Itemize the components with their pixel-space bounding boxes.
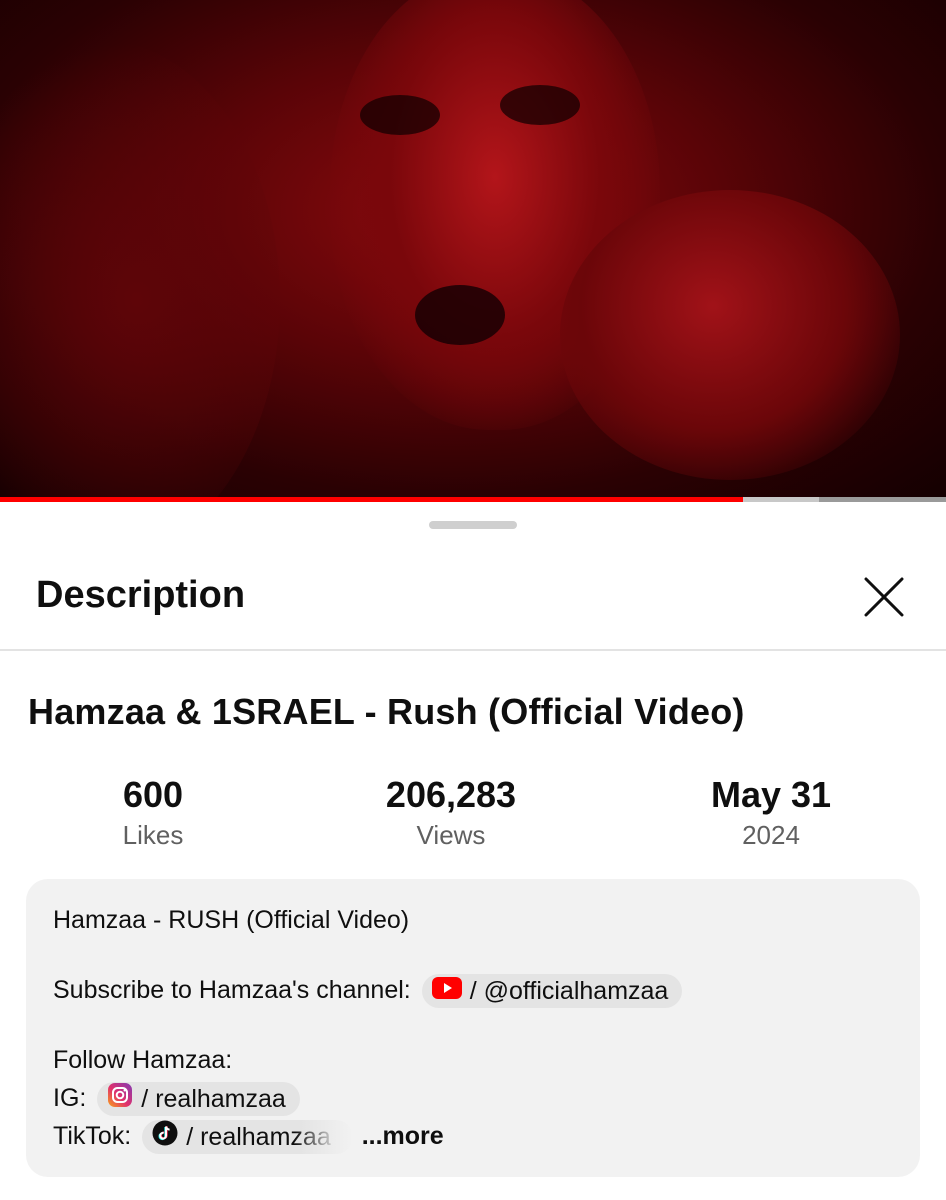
instagram-icon (107, 1082, 133, 1117)
description-box[interactable]: Hamzaa - RUSH (Official Video) Subscribe… (26, 879, 920, 1177)
video-title: Hamzaa & 1SRAEL - Rush (Official Video) (28, 691, 745, 732)
video-player[interactable] (0, 0, 946, 500)
divider (0, 649, 946, 651)
instagram-chip-label: / realhamzaa (141, 1085, 286, 1114)
progress-played (0, 497, 743, 502)
progress-buffered (743, 497, 819, 502)
views-count: 206,283 (385, 774, 517, 815)
video-frame-hand (560, 190, 900, 480)
instagram-line: IG: / realhamzaa (53, 1081, 300, 1117)
stat-views: 206,283 Views (331, 773, 571, 851)
youtube-chip-label: / @officialhamzaa (469, 977, 669, 1006)
more-link[interactable]: ...more (362, 1122, 444, 1150)
video-frame-detail (415, 285, 505, 345)
tiktok-chip-label: / realhamzaa (186, 1120, 331, 1154)
likes-count: 600 (122, 774, 184, 815)
subscribe-text: Subscribe to Hamzaa's channel: (53, 976, 411, 1004)
youtube-icon (431, 974, 462, 1008)
subscribe-line: Subscribe to Hamzaa's channel: / @offici… (53, 973, 683, 1009)
close-icon (864, 577, 904, 617)
drag-handle[interactable] (429, 521, 517, 529)
youtube-channel-chip[interactable]: / @officialhamzaa (421, 974, 683, 1009)
stat-likes: 600 Likes (33, 773, 273, 851)
video-frame-shadow (0, 40, 280, 500)
sheet-title: Description (36, 574, 246, 616)
likes-label: Likes (122, 820, 184, 850)
instagram-chip[interactable]: / realhamzaa (97, 1082, 300, 1117)
close-button[interactable] (858, 571, 910, 623)
video-frame-detail (500, 85, 580, 125)
publish-date: May 31 (710, 774, 832, 815)
description-sheet: Description Hamzaa & 1SRAEL - Rush (Offi… (0, 503, 946, 1200)
tiktok-prefix: TikTok: (53, 1122, 132, 1150)
tiktok-line: TikTok: / realhamzaa ...more (53, 1119, 444, 1155)
views-label: Views (416, 820, 486, 850)
description-line: Hamzaa - RUSH (Official Video) (53, 906, 410, 934)
tiktok-icon (152, 1120, 178, 1155)
tiktok-chip[interactable]: / realhamzaa (142, 1120, 353, 1155)
publish-year: 2024 (742, 820, 800, 850)
stat-date: May 31 2024 (651, 773, 891, 851)
follow-line: Follow Hamzaa: (53, 1046, 233, 1074)
video-frame-detail (360, 95, 440, 135)
video-progress-bar[interactable] (0, 497, 946, 502)
ig-prefix: IG: (53, 1084, 87, 1112)
